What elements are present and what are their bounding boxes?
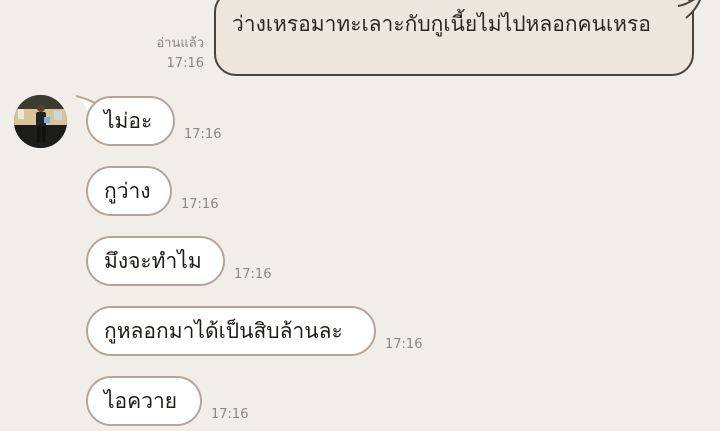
incoming-message-bubble[interactable]: ไอควาย xyxy=(86,376,202,426)
chat-area[interactable]: อ่านแล้ว 17:16 ว่างเหรอมาทะเลาะกับกูเนี้… xyxy=(0,0,720,431)
incoming-message-bubble[interactable]: กูหลอกมาได้เป็นสิบล้านละ xyxy=(86,306,376,356)
outgoing-message-meta: อ่านแล้ว 17:16 xyxy=(156,34,204,74)
message-time: 17:16 xyxy=(234,267,272,282)
incoming-message-bubble[interactable]: มึงจะทำไม xyxy=(86,236,225,286)
incoming-message-bubble[interactable]: ไม่อะ xyxy=(86,96,175,146)
bubble-tail xyxy=(676,0,702,19)
message-time: 17:16 xyxy=(181,197,219,212)
message-text: มึงจะทำไม xyxy=(104,249,202,273)
message-text: กูว่าง xyxy=(104,179,151,203)
incoming-message-bubble[interactable]: กูว่าง xyxy=(86,166,172,216)
message-time: 17:16 xyxy=(385,337,423,352)
avatar-photo xyxy=(14,95,67,148)
contact-avatar[interactable] xyxy=(14,95,67,148)
read-status: อ่านแล้ว xyxy=(156,36,204,51)
message-time: 17:16 xyxy=(166,56,204,71)
message-text: ว่างเหรอมาทะเลาะกับกูเนี้ยไม่ไปหลอกคนเหร… xyxy=(232,12,651,36)
outgoing-message-bubble[interactable]: ว่างเหรอมาทะเลาะกับกูเนี้ยไม่ไปหลอกคนเหร… xyxy=(214,0,694,76)
message-time: 17:16 xyxy=(211,407,249,422)
message-text: ไอควาย xyxy=(104,389,178,413)
message-time: 17:16 xyxy=(184,127,222,142)
message-text: ไม่อะ xyxy=(104,109,153,133)
message-text: กูหลอกมาได้เป็นสิบล้านละ xyxy=(104,319,343,343)
